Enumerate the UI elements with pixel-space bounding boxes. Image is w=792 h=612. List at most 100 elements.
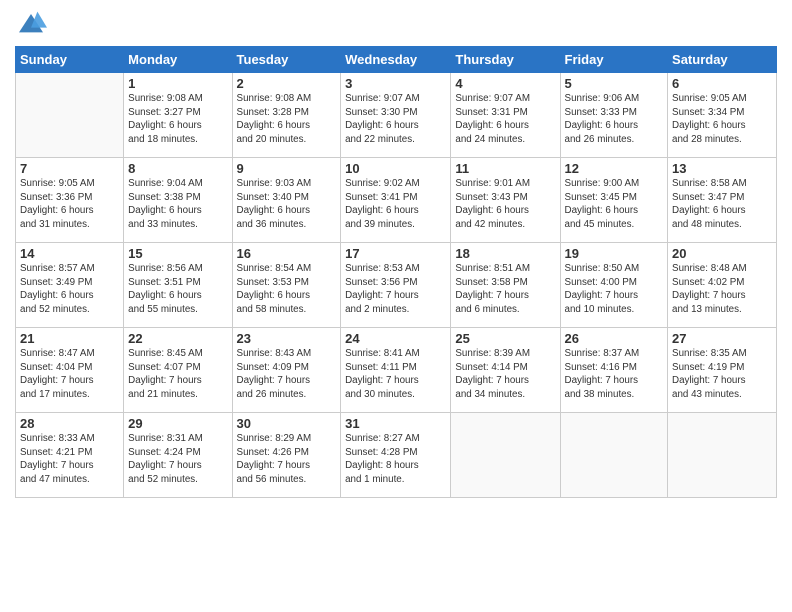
day-info: Sunrise: 9:03 AM Sunset: 3:40 PM Dayligh…: [237, 177, 337, 232]
day-info: Sunrise: 8:43 AM Sunset: 4:09 PM Dayligh…: [237, 347, 337, 402]
calendar-week-row: 21Sunrise: 8:47 AM Sunset: 4:04 PM Dayli…: [16, 328, 777, 413]
day-number: 2: [237, 76, 337, 91]
calendar-cell: 5Sunrise: 9:06 AM Sunset: 3:33 PM Daylig…: [560, 73, 668, 158]
calendar-cell: 19Sunrise: 8:50 AM Sunset: 4:00 PM Dayli…: [560, 243, 668, 328]
day-number: 23: [237, 331, 337, 346]
calendar-cell: 1Sunrise: 9:08 AM Sunset: 3:27 PM Daylig…: [124, 73, 232, 158]
day-info: Sunrise: 8:31 AM Sunset: 4:24 PM Dayligh…: [128, 432, 227, 487]
calendar-body: 1Sunrise: 9:08 AM Sunset: 3:27 PM Daylig…: [16, 73, 777, 498]
calendar-cell: 23Sunrise: 8:43 AM Sunset: 4:09 PM Dayli…: [232, 328, 341, 413]
calendar-cell: 9Sunrise: 9:03 AM Sunset: 3:40 PM Daylig…: [232, 158, 341, 243]
calendar-cell: 7Sunrise: 9:05 AM Sunset: 3:36 PM Daylig…: [16, 158, 124, 243]
day-info: Sunrise: 9:02 AM Sunset: 3:41 PM Dayligh…: [345, 177, 446, 232]
calendar-cell: 22Sunrise: 8:45 AM Sunset: 4:07 PM Dayli…: [124, 328, 232, 413]
calendar-cell: 15Sunrise: 8:56 AM Sunset: 3:51 PM Dayli…: [124, 243, 232, 328]
day-info: Sunrise: 9:07 AM Sunset: 3:30 PM Dayligh…: [345, 92, 446, 147]
day-number: 30: [237, 416, 337, 431]
calendar-cell: 31Sunrise: 8:27 AM Sunset: 4:28 PM Dayli…: [341, 413, 451, 498]
day-info: Sunrise: 8:45 AM Sunset: 4:07 PM Dayligh…: [128, 347, 227, 402]
calendar-cell: 26Sunrise: 8:37 AM Sunset: 4:16 PM Dayli…: [560, 328, 668, 413]
calendar-cell: [16, 73, 124, 158]
calendar-cell: [668, 413, 777, 498]
calendar-cell: 16Sunrise: 8:54 AM Sunset: 3:53 PM Dayli…: [232, 243, 341, 328]
day-number: 6: [672, 76, 772, 91]
day-number: 18: [455, 246, 555, 261]
day-number: 1: [128, 76, 227, 91]
calendar-cell: 2Sunrise: 9:08 AM Sunset: 3:28 PM Daylig…: [232, 73, 341, 158]
day-number: 4: [455, 76, 555, 91]
day-number: 9: [237, 161, 337, 176]
day-number: 5: [565, 76, 664, 91]
weekday-header-thursday: Thursday: [451, 47, 560, 73]
calendar-cell: 28Sunrise: 8:33 AM Sunset: 4:21 PM Dayli…: [16, 413, 124, 498]
day-number: 26: [565, 331, 664, 346]
calendar-cell: 6Sunrise: 9:05 AM Sunset: 3:34 PM Daylig…: [668, 73, 777, 158]
day-number: 24: [345, 331, 446, 346]
day-info: Sunrise: 9:05 AM Sunset: 3:36 PM Dayligh…: [20, 177, 119, 232]
weekday-header-monday: Monday: [124, 47, 232, 73]
calendar-header: SundayMondayTuesdayWednesdayThursdayFrid…: [16, 47, 777, 73]
day-number: 11: [455, 161, 555, 176]
day-number: 12: [565, 161, 664, 176]
calendar-cell: 17Sunrise: 8:53 AM Sunset: 3:56 PM Dayli…: [341, 243, 451, 328]
day-number: 7: [20, 161, 119, 176]
day-number: 16: [237, 246, 337, 261]
day-number: 8: [128, 161, 227, 176]
day-number: 29: [128, 416, 227, 431]
calendar-cell: [451, 413, 560, 498]
day-info: Sunrise: 9:04 AM Sunset: 3:38 PM Dayligh…: [128, 177, 227, 232]
calendar-cell: 10Sunrise: 9:02 AM Sunset: 3:41 PM Dayli…: [341, 158, 451, 243]
day-info: Sunrise: 8:58 AM Sunset: 3:47 PM Dayligh…: [672, 177, 772, 232]
calendar-table: SundayMondayTuesdayWednesdayThursdayFrid…: [15, 46, 777, 498]
day-number: 14: [20, 246, 119, 261]
day-number: 21: [20, 331, 119, 346]
calendar-cell: [560, 413, 668, 498]
day-info: Sunrise: 8:39 AM Sunset: 4:14 PM Dayligh…: [455, 347, 555, 402]
calendar-week-row: 28Sunrise: 8:33 AM Sunset: 4:21 PM Dayli…: [16, 413, 777, 498]
calendar-cell: 21Sunrise: 8:47 AM Sunset: 4:04 PM Dayli…: [16, 328, 124, 413]
calendar-cell: 12Sunrise: 9:00 AM Sunset: 3:45 PM Dayli…: [560, 158, 668, 243]
logo-icon: [15, 10, 47, 38]
day-number: 19: [565, 246, 664, 261]
day-number: 25: [455, 331, 555, 346]
day-info: Sunrise: 9:00 AM Sunset: 3:45 PM Dayligh…: [565, 177, 664, 232]
calendar-cell: 4Sunrise: 9:07 AM Sunset: 3:31 PM Daylig…: [451, 73, 560, 158]
day-info: Sunrise: 9:07 AM Sunset: 3:31 PM Dayligh…: [455, 92, 555, 147]
day-number: 3: [345, 76, 446, 91]
header: [15, 10, 777, 38]
weekday-header-wednesday: Wednesday: [341, 47, 451, 73]
day-info: Sunrise: 8:27 AM Sunset: 4:28 PM Dayligh…: [345, 432, 446, 487]
day-info: Sunrise: 8:57 AM Sunset: 3:49 PM Dayligh…: [20, 262, 119, 317]
calendar-cell: 3Sunrise: 9:07 AM Sunset: 3:30 PM Daylig…: [341, 73, 451, 158]
day-number: 27: [672, 331, 772, 346]
calendar-week-row: 14Sunrise: 8:57 AM Sunset: 3:49 PM Dayli…: [16, 243, 777, 328]
day-number: 17: [345, 246, 446, 261]
weekday-header-tuesday: Tuesday: [232, 47, 341, 73]
day-number: 10: [345, 161, 446, 176]
day-info: Sunrise: 9:08 AM Sunset: 3:28 PM Dayligh…: [237, 92, 337, 147]
day-info: Sunrise: 8:53 AM Sunset: 3:56 PM Dayligh…: [345, 262, 446, 317]
calendar-week-row: 1Sunrise: 9:08 AM Sunset: 3:27 PM Daylig…: [16, 73, 777, 158]
day-info: Sunrise: 8:48 AM Sunset: 4:02 PM Dayligh…: [672, 262, 772, 317]
calendar-cell: 13Sunrise: 8:58 AM Sunset: 3:47 PM Dayli…: [668, 158, 777, 243]
weekday-header-friday: Friday: [560, 47, 668, 73]
calendar-cell: 11Sunrise: 9:01 AM Sunset: 3:43 PM Dayli…: [451, 158, 560, 243]
calendar-cell: 24Sunrise: 8:41 AM Sunset: 4:11 PM Dayli…: [341, 328, 451, 413]
day-number: 28: [20, 416, 119, 431]
calendar-week-row: 7Sunrise: 9:05 AM Sunset: 3:36 PM Daylig…: [16, 158, 777, 243]
calendar-cell: 18Sunrise: 8:51 AM Sunset: 3:58 PM Dayli…: [451, 243, 560, 328]
day-number: 13: [672, 161, 772, 176]
weekday-header-saturday: Saturday: [668, 47, 777, 73]
day-number: 15: [128, 246, 227, 261]
page: SundayMondayTuesdayWednesdayThursdayFrid…: [0, 0, 792, 612]
day-info: Sunrise: 8:51 AM Sunset: 3:58 PM Dayligh…: [455, 262, 555, 317]
day-info: Sunrise: 8:54 AM Sunset: 3:53 PM Dayligh…: [237, 262, 337, 317]
calendar-cell: 8Sunrise: 9:04 AM Sunset: 3:38 PM Daylig…: [124, 158, 232, 243]
day-info: Sunrise: 9:06 AM Sunset: 3:33 PM Dayligh…: [565, 92, 664, 147]
logo: [15, 10, 51, 38]
weekday-header-sunday: Sunday: [16, 47, 124, 73]
calendar-cell: 30Sunrise: 8:29 AM Sunset: 4:26 PM Dayli…: [232, 413, 341, 498]
day-info: Sunrise: 8:56 AM Sunset: 3:51 PM Dayligh…: [128, 262, 227, 317]
calendar-cell: 29Sunrise: 8:31 AM Sunset: 4:24 PM Dayli…: [124, 413, 232, 498]
day-info: Sunrise: 8:41 AM Sunset: 4:11 PM Dayligh…: [345, 347, 446, 402]
